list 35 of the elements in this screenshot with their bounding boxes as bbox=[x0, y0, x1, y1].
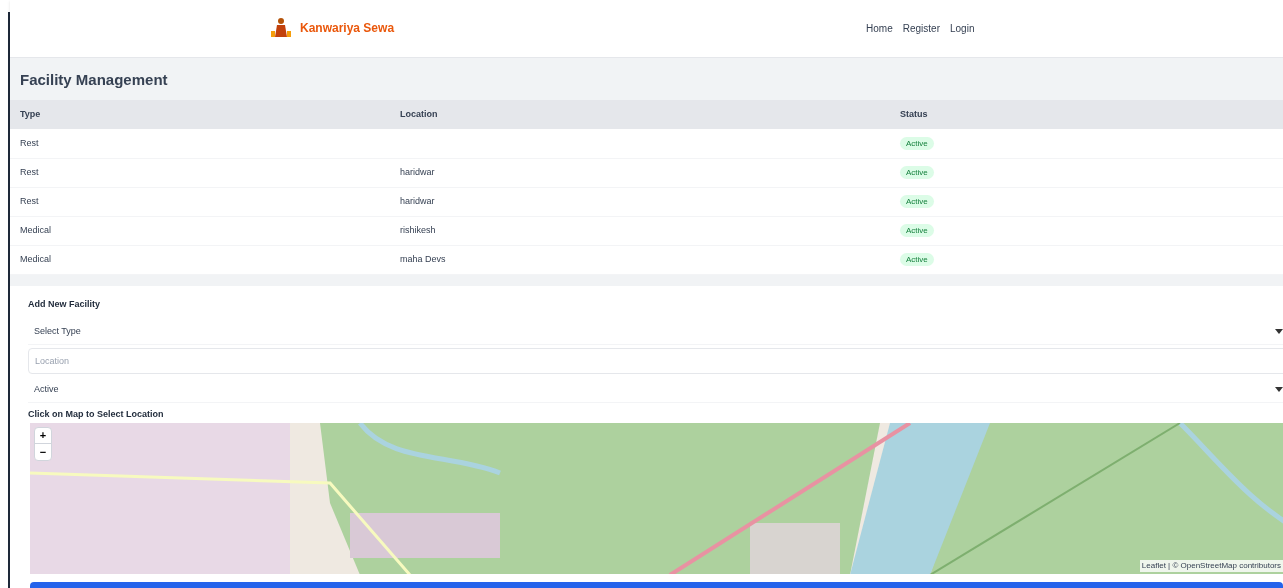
map-label: Click on Map to Select Location bbox=[28, 407, 165, 421]
type-select[interactable]: Select Type bbox=[28, 318, 1283, 345]
table-cell: rishikesh bbox=[400, 224, 436, 235]
status-badge: Active bbox=[900, 223, 934, 237]
map-attribution: Leaflet | © OpenStreetMap contributors bbox=[1139, 560, 1283, 573]
column-header: Status bbox=[900, 108, 928, 119]
caret-icon bbox=[1275, 328, 1283, 334]
map[interactable]: + − Leaflet | © OpenStreetMap contributors bbox=[30, 423, 1283, 575]
logo-icon bbox=[270, 17, 292, 40]
nav-link[interactable]: Register bbox=[902, 20, 940, 36]
brand-title[interactable]: Kanwariya Sewa bbox=[300, 19, 395, 38]
zoom-in-button[interactable]: + bbox=[35, 428, 51, 445]
table-cell: Medical bbox=[20, 253, 51, 264]
status-badge: Active bbox=[900, 252, 934, 266]
status-badge: Active bbox=[900, 194, 934, 208]
table-cell: Rest bbox=[20, 166, 39, 177]
status-badge: Active bbox=[900, 165, 934, 179]
table-cell: maha Devs bbox=[400, 253, 446, 264]
location-field[interactable]: Location bbox=[28, 347, 1283, 374]
nav-link[interactable]: Home bbox=[866, 20, 893, 36]
column-header: Location bbox=[400, 108, 438, 119]
status-badge: Active bbox=[900, 136, 934, 150]
zoom-out-button[interactable]: − bbox=[35, 444, 51, 461]
column-header: Type bbox=[20, 108, 41, 119]
table-cell: Medical bbox=[20, 224, 51, 235]
table-cell: haridwar bbox=[400, 166, 435, 177]
form-title: Add New Facility bbox=[28, 298, 101, 312]
submit-bar[interactable] bbox=[30, 582, 1283, 588]
table-cell: Rest bbox=[20, 195, 39, 206]
page-title: Facility Management bbox=[19, 69, 169, 90]
nav-link[interactable]: Login bbox=[950, 20, 975, 36]
status-select[interactable]: Active bbox=[28, 376, 1283, 403]
table-cell: Rest bbox=[20, 137, 39, 148]
table-cell: haridwar bbox=[400, 195, 435, 206]
caret-icon bbox=[1275, 386, 1283, 392]
